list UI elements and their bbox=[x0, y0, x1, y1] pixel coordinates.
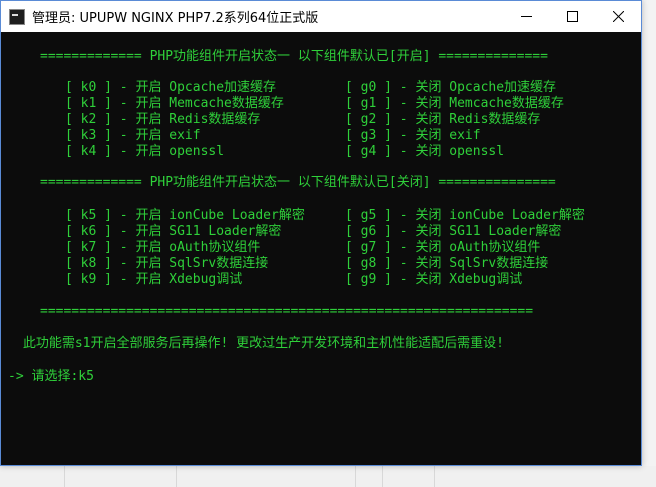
background-window-strip bbox=[640, 0, 656, 487]
option-g4: [ g4 ] - 关闭 openssl bbox=[345, 144, 505, 159]
console-app-icon bbox=[9, 8, 25, 25]
option-k3: [ k3 ] - 开启 exif bbox=[65, 128, 201, 143]
console-window: 管理员: UPUPW NGINX PHP7.2系列64位正式版 ========… bbox=[0, 0, 642, 466]
option-g9: [ g9 ] - 关闭 Xdebug调试 bbox=[345, 272, 523, 287]
option-k8: [ k8 ] - 开启 SqlSrv数据连接 bbox=[65, 256, 269, 271]
input-prompt[interactable]: -> 请选择:k5 bbox=[8, 369, 94, 385]
option-g0: [ g0 ] - 关闭 Opcache加速缓存 bbox=[345, 80, 557, 95]
background-taskbar-strip bbox=[0, 466, 656, 487]
maximize-button[interactable] bbox=[549, 1, 595, 32]
option-k6: [ k6 ] - 开启 SG11 Loader解密 bbox=[65, 224, 282, 239]
option-g8: [ g8 ] - 关闭 SqlSrv数据连接 bbox=[345, 256, 549, 271]
minimize-button[interactable] bbox=[503, 1, 549, 32]
minimize-icon bbox=[520, 16, 532, 17]
option-k4: [ k4 ] - 开启 openssl bbox=[65, 144, 225, 159]
title-bar[interactable]: 管理员: UPUPW NGINX PHP7.2系列64位正式版 bbox=[1, 1, 641, 32]
option-g6: [ g6 ] - 关闭 SG11 Loader解密 bbox=[345, 224, 562, 239]
option-k2: [ k2 ] - 开启 Redis数据缓存 bbox=[65, 112, 261, 127]
option-k7: [ k7 ] - 开启 oAuth协议组件 bbox=[65, 240, 261, 255]
notice-text: 此功能需s1开启全部服务后再操作! 更改过生产开发环境和主机性能适配后需重设! bbox=[15, 336, 504, 351]
header-default-off: ============= PHP功能组件开启状态一 以下组件默认已[关闭] =… bbox=[40, 175, 556, 190]
option-k9: [ k9 ] - 开启 Xdebug调试 bbox=[65, 272, 243, 287]
console-output[interactable]: ============= PHP功能组件开启状态一 以下组件默认已[开启] =… bbox=[1, 32, 641, 465]
option-k0: [ k0 ] - 开启 Opcache加速缓存 bbox=[65, 80, 277, 95]
window-title: 管理员: UPUPW NGINX PHP7.2系列64位正式版 bbox=[32, 11, 319, 26]
option-g5: [ g5 ] - 关闭 ionCube Loader解密 bbox=[345, 208, 585, 223]
close-icon bbox=[612, 11, 624, 22]
divider-line: ========================================… bbox=[40, 304, 534, 319]
option-g2: [ g2 ] - 关闭 Redis数据缓存 bbox=[345, 112, 541, 127]
maximize-icon bbox=[566, 11, 578, 22]
option-g1: [ g1 ] - 关闭 Memcache数据缓存 bbox=[345, 96, 564, 111]
header-default-on: ============= PHP功能组件开启状态一 以下组件默认已[开启] =… bbox=[40, 49, 548, 64]
option-k1: [ k1 ] - 开启 Memcache数据缓存 bbox=[65, 96, 284, 111]
close-button[interactable] bbox=[595, 1, 641, 32]
option-k5: [ k5 ] - 开启 ionCube Loader解密 bbox=[65, 208, 305, 223]
option-g7: [ g7 ] - 关闭 oAuth协议组件 bbox=[345, 240, 541, 255]
option-g3: [ g3 ] - 关闭 exif bbox=[345, 128, 481, 143]
